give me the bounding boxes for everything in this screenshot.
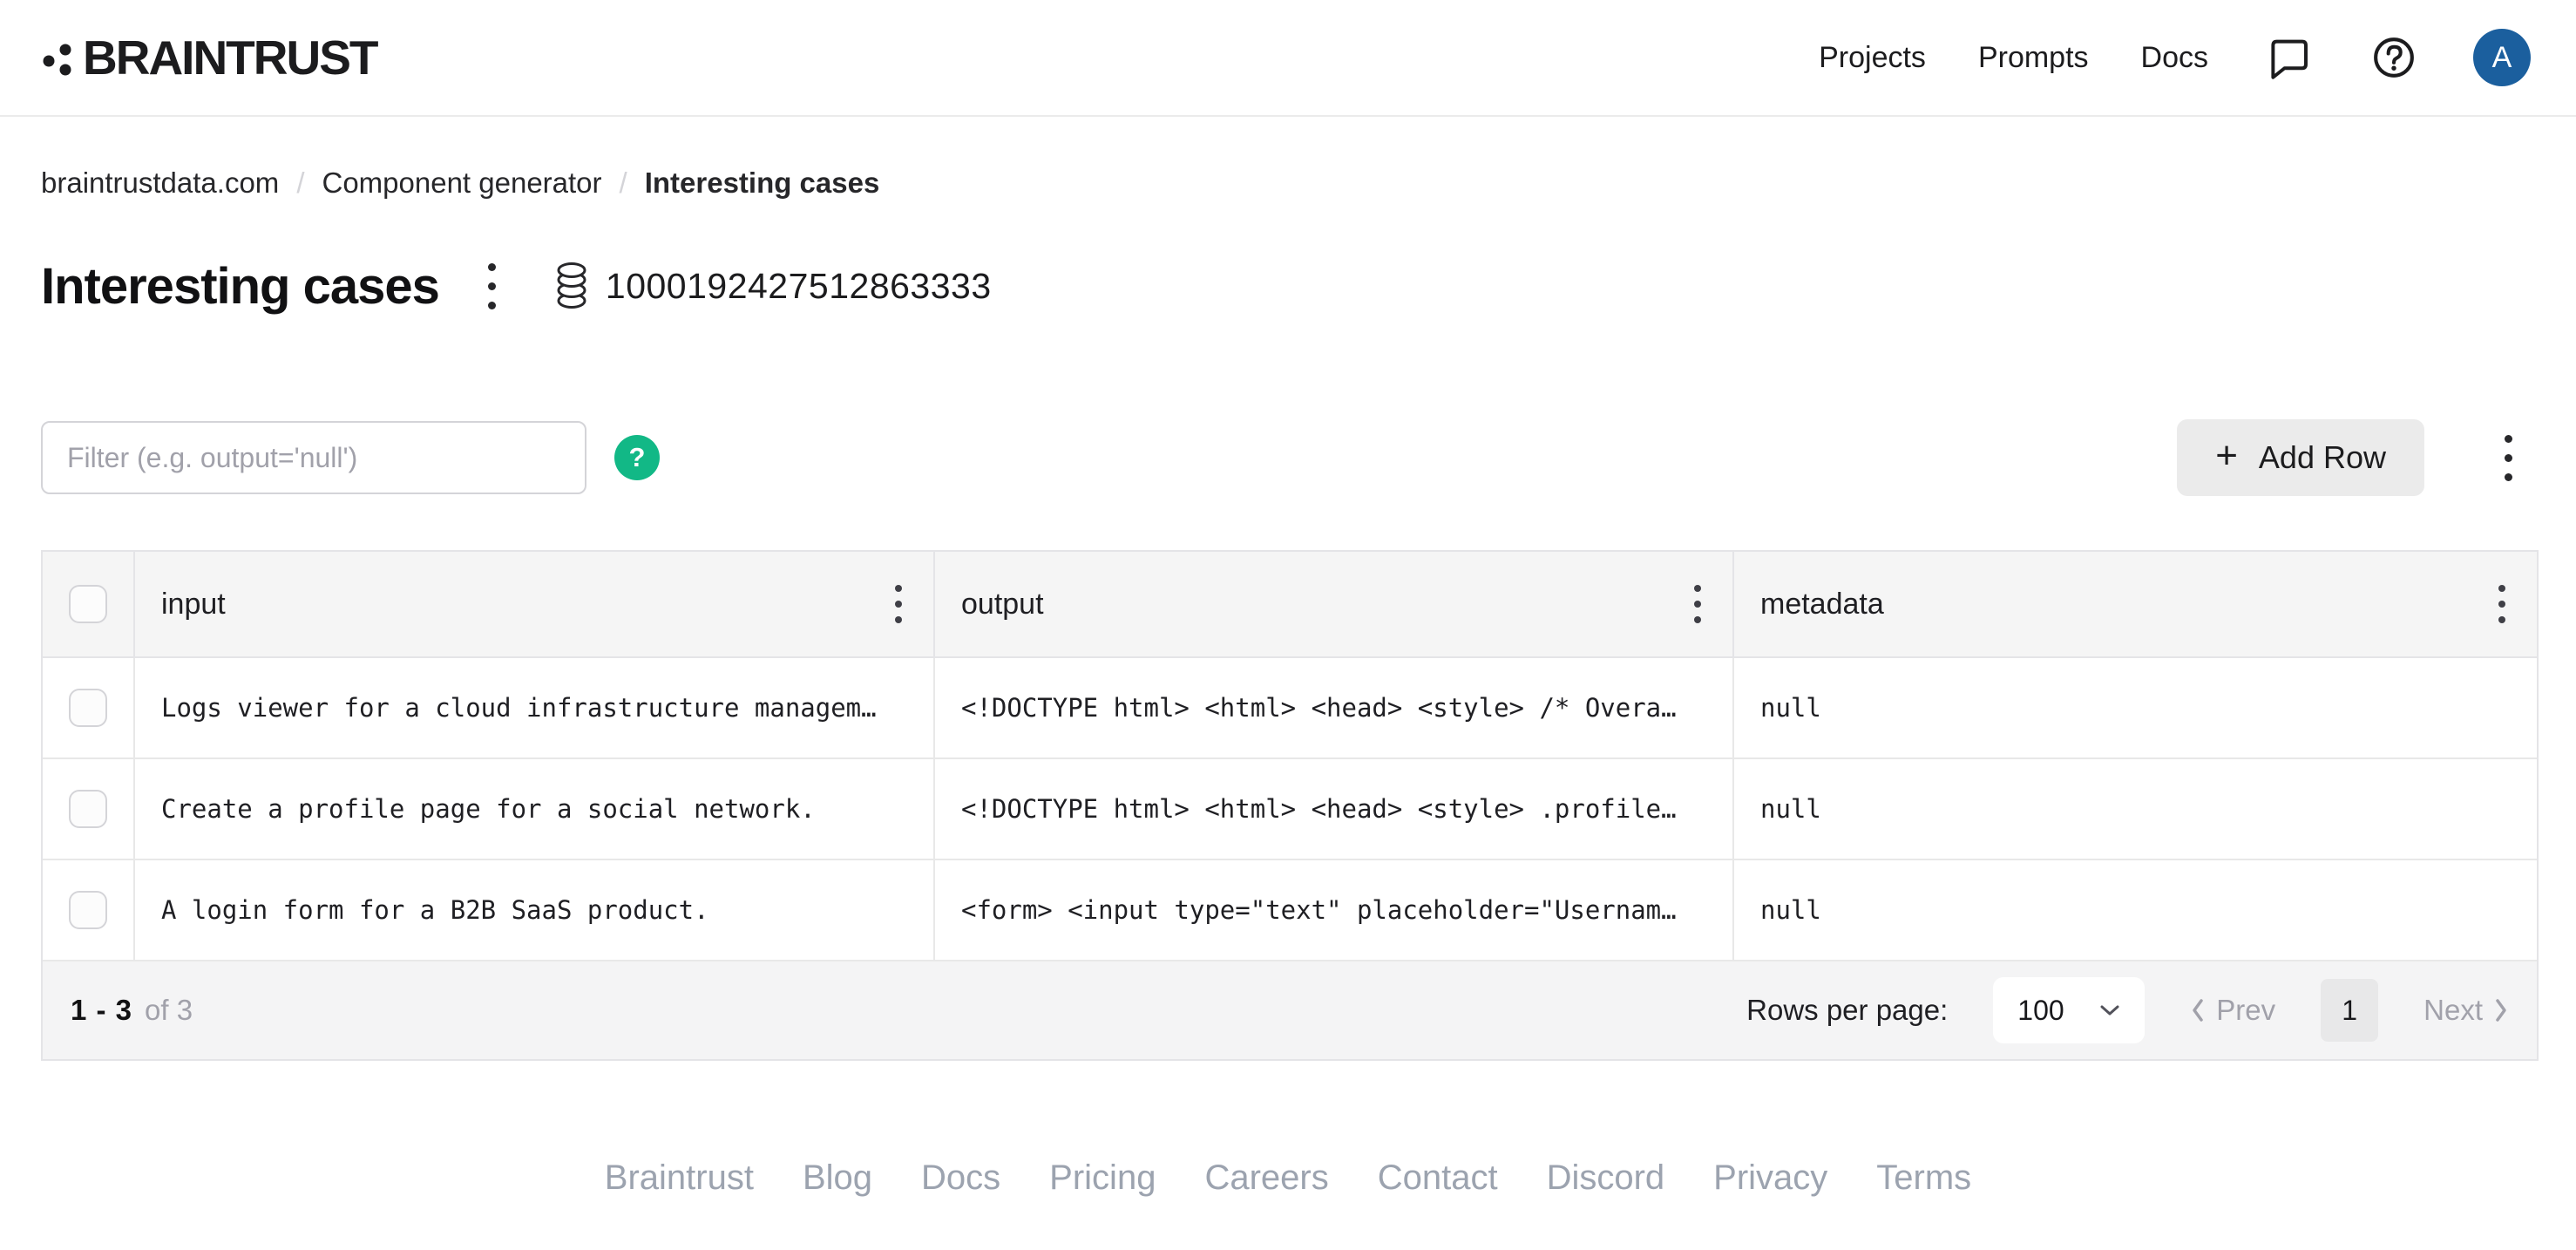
dataset-id-group: 1000192427512863333 xyxy=(553,262,992,310)
add-row-button[interactable]: + Add Row xyxy=(2177,419,2424,496)
breadcrumb-org[interactable]: braintrustdata.com xyxy=(41,166,279,200)
breadcrumb-separator: / xyxy=(619,166,627,199)
database-icon xyxy=(553,262,590,310)
help-icon[interactable] xyxy=(2367,31,2421,85)
column-menu-kebab-icon[interactable] xyxy=(2486,576,2518,632)
prev-page-button[interactable]: Prev xyxy=(2190,994,2275,1027)
pagination-controls: Rows per page: 100 Prev 1 Next xyxy=(1746,977,2509,1043)
table-row[interactable]: Create a profile page for a social netwo… xyxy=(43,759,2537,860)
column-label: metadata xyxy=(1760,587,1884,621)
next-label: Next xyxy=(2423,994,2483,1026)
prev-label: Prev xyxy=(2216,994,2276,1026)
footer-link-privacy[interactable]: Privacy xyxy=(1713,1158,1827,1198)
rows-per-page-label: Rows per page: xyxy=(1746,994,1949,1026)
page-number-button[interactable]: 1 xyxy=(2321,979,2379,1042)
user-avatar[interactable]: A xyxy=(2473,29,2531,86)
add-row-label: Add Row xyxy=(2258,439,2386,475)
nav-link-projects[interactable]: Projects xyxy=(1819,41,1926,75)
table-row[interactable]: A login form for a B2B SaaS product. <fo… xyxy=(43,860,2537,961)
cell-input: A login form for a B2B SaaS product. xyxy=(133,860,933,960)
footer-link-braintrust[interactable]: Braintrust xyxy=(605,1158,754,1198)
table-options-kebab-icon[interactable] xyxy=(2492,426,2525,490)
footer-link-terms[interactable]: Terms xyxy=(1876,1158,1971,1198)
column-menu-kebab-icon[interactable] xyxy=(883,576,914,632)
footer-links: Braintrust Blog Docs Pricing Careers Con… xyxy=(41,1158,2535,1198)
chevron-left-icon xyxy=(2193,999,2204,1022)
cell-metadata: null xyxy=(1732,759,2537,859)
pagination-bar: 1 - 3 of 3 Rows per page: 100 Prev 1 Nex… xyxy=(43,961,2537,1059)
title-kebab-menu-icon[interactable] xyxy=(476,255,508,318)
footer-link-blog[interactable]: Blog xyxy=(803,1158,872,1198)
cell-output: <!DOCTYPE html> <html> <head> <style> .p… xyxy=(933,759,1732,859)
breadcrumb-project[interactable]: Component generator xyxy=(322,166,601,200)
toolbar-right: + Add Row xyxy=(2177,419,2535,496)
column-header-input[interactable]: input xyxy=(133,552,933,656)
page-title: Interesting cases xyxy=(41,257,440,315)
column-label: input xyxy=(161,587,226,621)
row-total: of 3 xyxy=(145,994,193,1026)
cell-output: <!DOCTYPE html> <html> <head> <style> /*… xyxy=(933,658,1732,757)
column-label: output xyxy=(961,587,1044,621)
row-checkbox[interactable] xyxy=(69,891,107,929)
row-checkbox[interactable] xyxy=(69,790,107,828)
breadcrumb-dataset[interactable]: Interesting cases xyxy=(645,166,880,200)
toolbar: ? + Add Row xyxy=(41,419,2535,496)
cell-output: <form> <input type="text" placeholder="U… xyxy=(933,860,1732,960)
logo-wordmark: BRAINTRUST xyxy=(83,31,378,85)
footer-link-pricing[interactable]: Pricing xyxy=(1049,1158,1156,1198)
row-range: 1 - 3 xyxy=(71,994,133,1026)
breadcrumb: braintrustdata.com / Component generator… xyxy=(41,166,2535,200)
nav-link-docs[interactable]: Docs xyxy=(2141,41,2208,75)
row-checkbox-cell xyxy=(43,759,133,859)
header-checkbox-cell xyxy=(43,552,133,656)
breadcrumb-separator: / xyxy=(296,166,305,199)
select-all-checkbox[interactable] xyxy=(69,585,107,623)
dataset-id: 1000192427512863333 xyxy=(605,265,992,306)
dataset-table: input output metadata Logs viewer for a … xyxy=(41,550,2539,1061)
footer-link-careers[interactable]: Careers xyxy=(1204,1158,1328,1198)
chevron-right-icon xyxy=(2496,999,2506,1022)
filter-input[interactable] xyxy=(41,421,586,494)
cell-metadata: null xyxy=(1732,658,2537,757)
nav-link-prompts[interactable]: Prompts xyxy=(1978,41,2089,75)
row-count: 1 - 3 of 3 xyxy=(71,994,193,1027)
row-checkbox[interactable] xyxy=(69,689,107,727)
rows-per-page-value: 100 xyxy=(2017,994,2064,1026)
title-row: Interesting cases 1000192427512863333 xyxy=(41,255,2535,316)
row-checkbox-cell xyxy=(43,860,133,960)
filter-help-icon[interactable]: ? xyxy=(614,435,660,480)
column-header-output[interactable]: output xyxy=(933,552,1732,656)
braintrust-logo-mark-icon xyxy=(41,35,76,80)
table-header-row: input output metadata xyxy=(43,552,2537,658)
column-menu-kebab-icon[interactable] xyxy=(1682,576,1713,632)
footer-link-docs[interactable]: Docs xyxy=(921,1158,1000,1198)
table-row[interactable]: Logs viewer for a cloud infrastructure m… xyxy=(43,658,2537,759)
rows-per-page-select[interactable]: 100 xyxy=(1993,977,2146,1043)
cell-input: Create a profile page for a social netwo… xyxy=(133,759,933,859)
nav-actions: Projects Prompts Docs A xyxy=(1819,29,2531,86)
footer-link-contact[interactable]: Contact xyxy=(1378,1158,1498,1198)
plus-icon: + xyxy=(2215,434,2238,477)
top-nav: BRAINTRUST Projects Prompts Docs A xyxy=(0,0,2576,117)
feedback-chat-icon[interactable] xyxy=(2261,31,2315,85)
braintrust-logo[interactable]: BRAINTRUST xyxy=(41,30,378,85)
filter-group: ? xyxy=(41,421,660,494)
row-checkbox-cell xyxy=(43,658,133,757)
footer-link-discord[interactable]: Discord xyxy=(1547,1158,1665,1198)
column-header-metadata[interactable]: metadata xyxy=(1732,552,2537,656)
cell-metadata: null xyxy=(1732,860,2537,960)
chevron-down-icon xyxy=(2099,1004,2120,1016)
cell-input: Logs viewer for a cloud infrastructure m… xyxy=(133,658,933,757)
next-page-button[interactable]: Next xyxy=(2423,994,2509,1027)
